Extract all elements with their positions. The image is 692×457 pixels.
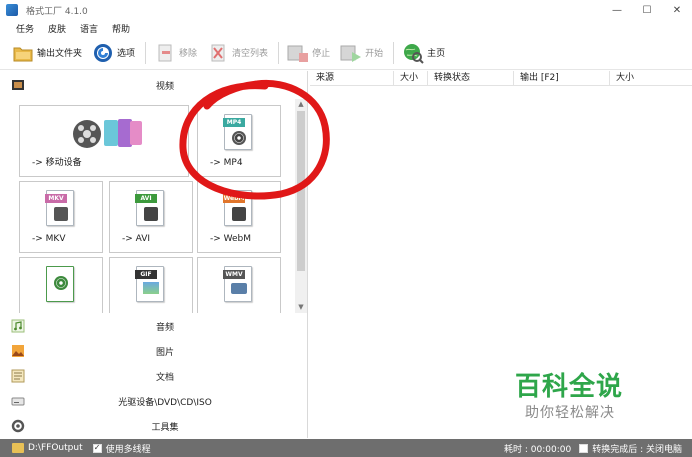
tile-mobile-device[interactable]: -> 移动设备 <box>19 105 189 177</box>
options-icon <box>92 42 114 64</box>
column-output[interactable]: 输出 [F2] <box>514 71 610 86</box>
conversion-panel: 视频 -> 移动设备 MP4 -> MP4 MKV -> MKV AVI -> … <box>5 71 308 438</box>
watermark-brand: 百科全说 <box>515 372 624 402</box>
tile-format-6[interactable] <box>19 257 103 313</box>
toolbar-separator <box>278 41 280 64</box>
tile-mkv[interactable]: MKV -> MKV <box>19 181 103 253</box>
multithread-label: 使用多线程 <box>105 444 151 455</box>
column-output-size[interactable]: 大小 <box>610 71 692 86</box>
output-folder-icon[interactable] <box>12 443 24 453</box>
close-button[interactable]: ✕ <box>662 0 692 20</box>
start-button[interactable]: 开始 <box>340 39 383 67</box>
menu-bar: 任务 皮肤 语言 帮助 <box>0 20 692 36</box>
minimize-button[interactable]: — <box>602 0 632 20</box>
window-title: 格式工厂 4.1.0 <box>26 6 88 17</box>
toolbar-separator <box>393 41 395 64</box>
title-bar: 格式工厂 4.1.0 — ☐ ✕ <box>0 0 692 20</box>
category-toolbox[interactable]: 工具集 <box>5 414 308 438</box>
globe-icon <box>402 42 424 64</box>
menu-help[interactable]: 帮助 <box>112 22 130 35</box>
output-path[interactable]: D:\FFOutput <box>28 443 83 453</box>
after-done-label[interactable]: 转换完成后 : 关闭电脑 <box>592 442 682 455</box>
category-video[interactable]: 视频 <box>5 73 308 97</box>
elapsed-time: 耗时 : 00:00:00 <box>504 444 572 455</box>
output-folder-button[interactable]: 输出文件夹 <box>12 39 82 67</box>
scroll-up-arrow[interactable]: ▲ <box>295 99 307 110</box>
clear-list-icon <box>207 42 229 64</box>
toolbar: 输出文件夹 选项 移除 清空列表 停止 开始 主页 <box>0 36 692 70</box>
format-grid: -> 移动设备 MP4 -> MP4 MKV -> MKV AVI -> AVI <box>5 99 298 313</box>
task-list[interactable]: 来源 大小 转换状态 输出 [F2] 大小 <box>310 71 692 438</box>
stop-icon <box>287 42 309 64</box>
app-icon <box>6 4 18 16</box>
mobile-device-icon <box>73 119 142 148</box>
category-optical-drive[interactable]: 光驱设备\DVD\CD\ISO <box>5 389 308 413</box>
category-document[interactable]: 文档 <box>5 364 308 388</box>
avi-file-icon: AVI <box>135 190 164 226</box>
category-picture[interactable]: 图片 <box>5 339 308 363</box>
status-bar: D:\FFOutput ✓ 使用多线程 耗时 : 00:00:00 转换完成后 … <box>0 439 692 457</box>
tile-webm[interactable]: WebM -> WebM <box>197 181 281 253</box>
mp4-file-icon: MP4 <box>223 114 252 150</box>
tile-wmv[interactable]: WMV <box>197 257 281 313</box>
scroll-down-arrow[interactable]: ▼ <box>295 302 307 313</box>
tile-mp4[interactable]: MP4 -> MP4 <box>197 105 281 177</box>
task-list-header: 来源 大小 转换状态 输出 [F2] 大小 <box>310 71 692 86</box>
scroll-thumb[interactable] <box>297 111 305 271</box>
tile-avi[interactable]: AVI -> AVI <box>109 181 193 253</box>
watermark-slogan: 助你轻松解决 <box>525 405 615 421</box>
after-done-checkbox[interactable] <box>579 443 589 453</box>
clear-list-button[interactable]: 清空列表 <box>207 39 268 67</box>
menu-skin[interactable]: 皮肤 <box>48 22 66 35</box>
tile-gif[interactable]: GIF <box>109 257 193 313</box>
menu-task[interactable]: 任务 <box>16 22 34 35</box>
remove-file-icon <box>154 42 176 64</box>
menu-language[interactable]: 语言 <box>80 22 98 35</box>
webm-file-icon: WebM <box>223 190 252 226</box>
wmv-file-icon: WMV <box>223 266 252 302</box>
multithread-checkbox[interactable]: ✓ <box>92 443 102 453</box>
column-source[interactable]: 来源 <box>310 71 394 86</box>
video-file-icon <box>46 266 74 302</box>
start-icon <box>340 42 362 64</box>
column-size[interactable]: 大小 <box>394 71 428 86</box>
format-grid-scrollbar[interactable]: ▲ ▼ <box>295 99 307 313</box>
home-button[interactable]: 主页 <box>402 39 445 67</box>
options-button[interactable]: 选项 <box>92 39 135 67</box>
mkv-file-icon: MKV <box>45 190 74 226</box>
gif-file-icon: GIF <box>135 266 164 302</box>
category-audio[interactable]: 音频 <box>5 314 308 338</box>
column-status[interactable]: 转换状态 <box>428 71 514 86</box>
remove-button[interactable]: 移除 <box>154 39 197 67</box>
maximize-button[interactable]: ☐ <box>632 0 662 20</box>
stop-button[interactable]: 停止 <box>287 39 330 67</box>
toolbar-separator <box>145 41 147 64</box>
folder-icon <box>12 42 34 64</box>
